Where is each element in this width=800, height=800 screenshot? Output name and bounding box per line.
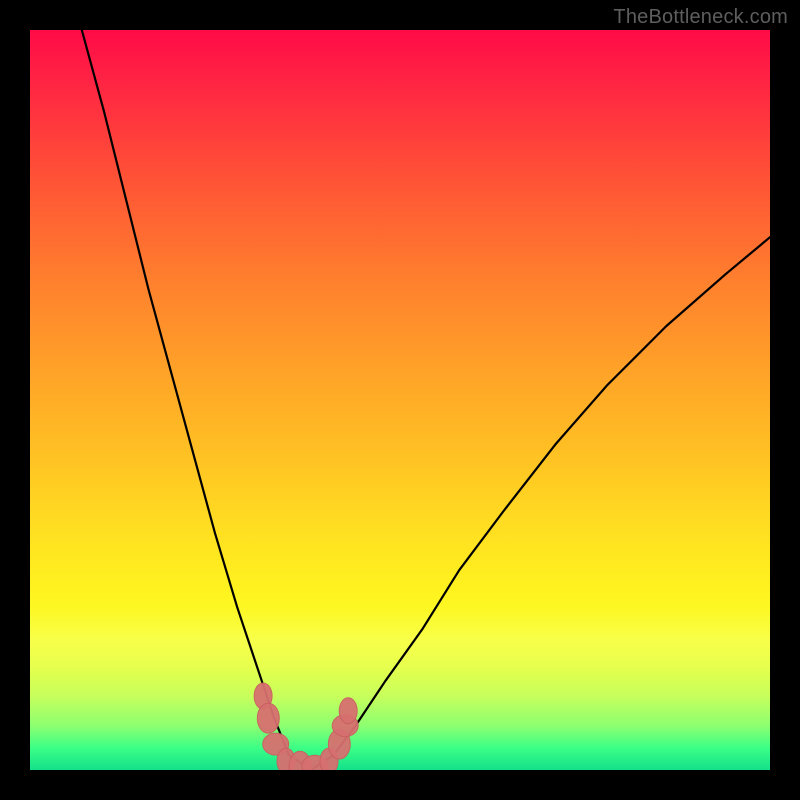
curve-right-curve (311, 237, 770, 770)
curve-layer (30, 30, 770, 770)
valley-marker (339, 698, 357, 724)
curve-left-curve (82, 30, 311, 770)
attribution-text: TheBottleneck.com (613, 6, 788, 29)
outer-frame: TheBottleneck.com (0, 0, 800, 800)
plot-area (30, 30, 770, 770)
valley-marker (257, 703, 279, 733)
